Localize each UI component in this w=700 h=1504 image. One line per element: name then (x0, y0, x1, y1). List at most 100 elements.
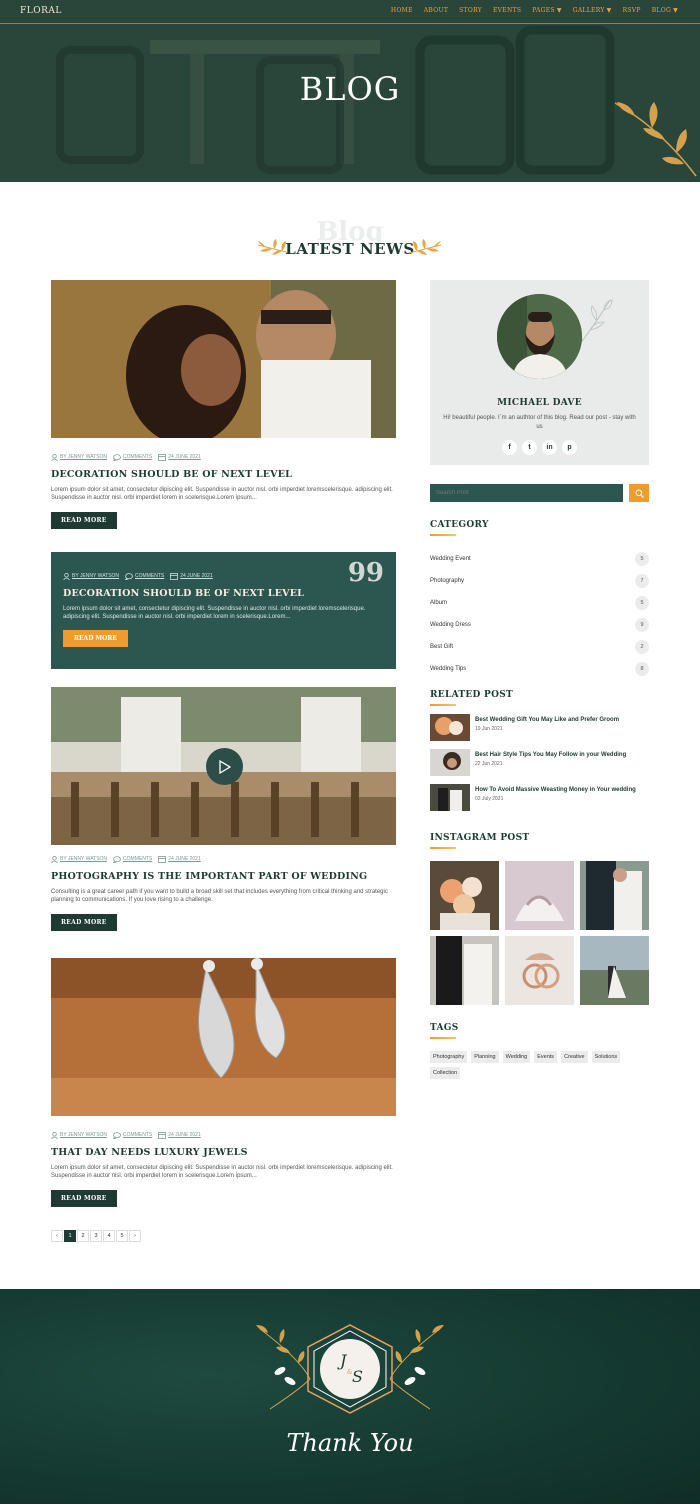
hero-banner: FLORAL HOME ABOUT STORY EVENTS PAGES ▼ GA… (0, 0, 700, 182)
pagination-page-2[interactable]: 2 (77, 1230, 89, 1242)
blog-post-card: BY JENNY WATSON COMMENTS 24 JUNE 2021 PH… (51, 687, 396, 931)
post-title[interactable]: DECORATION SHOULD BE OF NEXT LEVEL (51, 469, 396, 480)
category-item[interactable]: Best Gift 2 (430, 636, 649, 658)
pagination-page-3[interactable]: 3 (90, 1230, 102, 1242)
avatar[interactable] (497, 294, 582, 379)
tag-item[interactable]: Solutions (591, 1051, 621, 1063)
chevron-down-icon: ▼ (673, 7, 678, 14)
widget-title: TAGS (430, 1023, 459, 1033)
title-underline (430, 534, 456, 536)
instagram-photo[interactable] (505, 936, 574, 1005)
user-icon (51, 453, 58, 461)
post-title[interactable]: DECORATION SHOULD BE OF NEXT LEVEL (63, 588, 384, 599)
post-author-link[interactable]: BY JENNY WATSON (60, 856, 107, 862)
post-comments-link[interactable]: COMMENTS (135, 573, 164, 579)
pagination-prev[interactable]: ‹ (51, 1230, 63, 1242)
post-date-link[interactable]: 24 JUNE 2021 (168, 1132, 201, 1138)
search-button[interactable] (629, 484, 649, 502)
blog-post-card: BY JENNY WATSON COMMENTS 24 JUNE 2021 TH… (51, 958, 396, 1207)
monogram-emblem: J & S (256, 1324, 444, 1414)
pagination-page-4[interactable]: 4 (103, 1230, 115, 1242)
post-meta: BY JENNY WATSON COMMENTS 24 JUNE 2021 (51, 1131, 396, 1139)
widget-title: RELATED POST (430, 690, 514, 700)
related-post-item[interactable]: Best Hair Style Tips You May Follow in y… (430, 749, 649, 776)
instagram-photo[interactable] (505, 861, 574, 930)
comment-icon (113, 453, 121, 461)
read-more-button[interactable]: READ MORE (51, 512, 117, 529)
instagram-widget: INSTAGRAM POST (430, 833, 649, 1005)
tag-item[interactable]: Photography (430, 1051, 468, 1063)
nav-rsvp[interactable]: RSVP (623, 7, 641, 14)
author-widget: MICHAEL DAVE Hi! beautiful people. I`m a… (430, 280, 649, 465)
related-post-item[interactable]: How To Avoid Massive Weasting Money in Y… (430, 784, 649, 811)
post-date-link[interactable]: 24 JUNE 2021 (168, 454, 201, 460)
nav-pages[interactable]: PAGES ▼ (532, 7, 562, 14)
post-comments-link[interactable]: COMMENTS (123, 856, 152, 862)
instagram-photo[interactable] (580, 936, 649, 1005)
post-video-thumbnail[interactable] (51, 687, 396, 845)
related-post-title: Best Hair Style Tips You May Follow in y… (475, 752, 627, 758)
post-excerpt: Lorem ipsum dolor sit amet, consectetur … (51, 1165, 393, 1179)
play-icon (218, 759, 231, 774)
category-item[interactable]: Wedding Event 5 (430, 548, 649, 570)
comment-icon (125, 572, 133, 580)
linkedin-icon[interactable]: in (542, 440, 557, 455)
category-count: 9 (635, 618, 649, 632)
category-item[interactable]: Album 5 (430, 592, 649, 614)
tag-item[interactable]: Planning (471, 1051, 499, 1063)
related-post-title: Best Wedding Gift You May Like and Prefe… (475, 717, 620, 723)
twitter-icon[interactable]: t (522, 440, 537, 455)
post-date-link[interactable]: 24 JUNE 2021 (180, 573, 213, 579)
tag-item[interactable]: Creative (561, 1051, 588, 1063)
category-item[interactable]: Photography 7 (430, 570, 649, 592)
pagination-page-5[interactable]: 5 (116, 1230, 128, 1242)
post-title[interactable]: THAT DAY NEEDS LUXURY JEWELS (51, 1147, 396, 1158)
nav-blog[interactable]: BLOG ▼ (652, 7, 678, 14)
site-logo[interactable]: FLORAL (20, 6, 62, 16)
instagram-photo[interactable] (430, 861, 499, 930)
pinterest-icon[interactable]: p (562, 440, 577, 455)
post-title[interactable]: PHOTOGRAPHY IS THE IMPORTANT PART OF WED… (51, 871, 396, 882)
chevron-down-icon: ▼ (606, 7, 612, 14)
widget-title: INSTAGRAM POST (430, 833, 530, 843)
pagination-page-1[interactable]: 1 (64, 1230, 76, 1242)
related-post-item[interactable]: Best Wedding Gift You May Like and Prefe… (430, 714, 649, 741)
footer: J & S Thank You (0, 1289, 700, 1504)
calendar-icon (158, 856, 167, 863)
play-button[interactable] (206, 748, 243, 785)
post-comments-link[interactable]: COMMENTS (123, 454, 152, 460)
search-widget (430, 484, 649, 502)
post-author-link[interactable]: BY JENNY WATSON (60, 1132, 107, 1138)
quote-icon: 99 (347, 558, 384, 588)
instagram-photo[interactable] (430, 936, 499, 1005)
tag-item[interactable]: Collection (430, 1067, 461, 1079)
nav-gallery[interactable]: GALLERY ▼ (573, 7, 612, 14)
page-title: BLOG (299, 70, 401, 108)
category-label: Wedding Event (430, 556, 471, 562)
search-input[interactable] (430, 484, 623, 502)
user-icon (63, 572, 70, 580)
nav-home[interactable]: HOME (391, 7, 413, 14)
nav-story[interactable]: STORY (459, 7, 482, 14)
read-more-button[interactable]: READ MORE (51, 914, 117, 931)
tag-item[interactable]: Events (534, 1051, 558, 1063)
top-navbar: FLORAL HOME ABOUT STORY EVENTS PAGES ▼ GA… (0, 0, 700, 24)
facebook-icon[interactable]: f (502, 440, 517, 455)
read-more-button[interactable]: READ MORE (63, 630, 128, 647)
post-author-link[interactable]: BY JENNY WATSON (72, 573, 119, 579)
instagram-photo[interactable] (580, 861, 649, 930)
post-image-couple[interactable] (51, 280, 396, 445)
read-more-button[interactable]: READ MORE (51, 1190, 117, 1207)
category-item[interactable]: Wedding Dress 9 (430, 614, 649, 636)
nav-about[interactable]: ABOUT (424, 7, 448, 14)
related-post-thumbnail (430, 749, 470, 776)
thank-you-text: Thank You (286, 1429, 414, 1457)
post-date-link[interactable]: 24 JUNE 2021 (168, 856, 201, 862)
tag-item[interactable]: Wedding (502, 1051, 531, 1063)
post-author-link[interactable]: BY JENNY WATSON (60, 454, 107, 460)
nav-events[interactable]: EVENTS (493, 7, 521, 14)
pagination-next[interactable]: › (129, 1230, 141, 1242)
category-item[interactable]: Wedding Tips 8 (430, 658, 649, 680)
post-image-earrings[interactable] (51, 958, 396, 1116)
post-comments-link[interactable]: COMMENTS (123, 1132, 152, 1138)
